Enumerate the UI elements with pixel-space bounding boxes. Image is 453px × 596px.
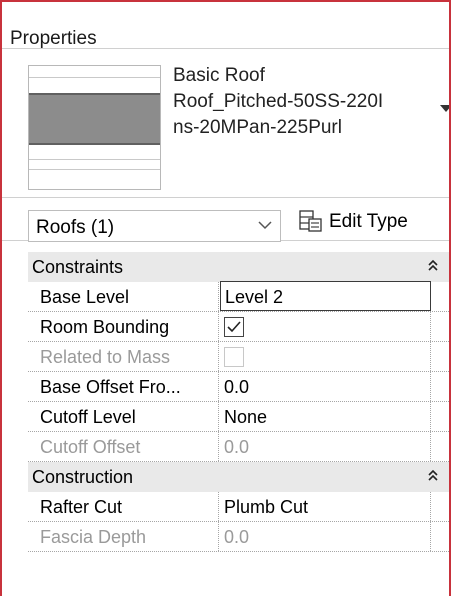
type-name: Basic Roof Roof_Pitched-50SS-220I ns-20M… <box>173 63 383 141</box>
property-row-base-level[interactable]: Base Level Level 2 <box>28 281 449 312</box>
type-family: Basic Roof <box>173 65 265 86</box>
preview-line <box>29 159 160 160</box>
preview-roof-band <box>29 93 160 145</box>
preview-line <box>29 169 160 170</box>
palette-title: Properties <box>10 28 97 49</box>
property-value[interactable]: Plumb Cut <box>220 492 431 521</box>
properties-palette: Properties Basic Roof Roof_Pitched-50SS-… <box>0 0 451 596</box>
property-value <box>220 342 431 371</box>
property-row-cutoff-offset: Cutoff Offset 0.0 <box>28 432 449 462</box>
property-name: Base Level <box>28 282 219 311</box>
property-row-base-offset[interactable]: Base Offset Fro... 0.0 <box>28 372 449 402</box>
property-value[interactable]: None <box>220 402 431 431</box>
property-row-related-to-mass: Related to Mass <box>28 342 449 372</box>
category-filter-value: Roofs (1) <box>36 217 115 238</box>
group-label: Construction <box>32 467 134 487</box>
property-name: Cutoff Level <box>28 402 219 431</box>
property-value[interactable]: 0.0 <box>220 372 431 401</box>
preview-line <box>29 77 160 78</box>
room-bounding-checkbox[interactable] <box>224 317 244 337</box>
property-row-room-bounding[interactable]: Room Bounding <box>28 312 449 342</box>
property-row-cutoff-level[interactable]: Cutoff Level None <box>28 402 449 432</box>
property-row-rafter-cut[interactable]: Rafter Cut Plumb Cut <box>28 492 449 522</box>
triangle-down-icon[interactable] <box>439 101 451 115</box>
category-filter-select[interactable]: Roofs (1) <box>28 210 281 242</box>
edit-type-button[interactable]: Edit Type <box>293 204 449 238</box>
properties-grid: Constraints Base Level Level 2 Room Boun… <box>28 252 449 552</box>
property-name: Cutoff Offset <box>28 432 219 461</box>
property-row-fascia-depth: Fascia Depth 0.0 <box>28 522 449 552</box>
double-chevron-up-icon[interactable] <box>426 468 440 482</box>
group-header-construction[interactable]: Construction <box>28 462 449 492</box>
type-selector[interactable]: Basic Roof Roof_Pitched-50SS-220I ns-20M… <box>2 49 449 197</box>
property-value: 0.0 <box>220 522 431 551</box>
checkmark-icon <box>227 321 241 333</box>
group-label: Constraints <box>32 257 124 277</box>
property-value <box>220 312 431 341</box>
related-to-mass-checkbox <box>224 347 244 367</box>
chevron-down-icon <box>258 221 272 230</box>
property-value: 0.0 <box>220 432 431 461</box>
type-preview-image <box>28 65 161 190</box>
base-level-input[interactable]: Level 2 <box>220 281 431 311</box>
group-header-constraints[interactable]: Constraints <box>28 252 449 282</box>
property-name: Related to Mass <box>28 342 219 371</box>
property-name: Rafter Cut <box>28 492 219 521</box>
property-name: Fascia Depth <box>28 522 219 551</box>
property-name: Base Offset Fro... <box>28 372 219 401</box>
double-chevron-up-icon[interactable] <box>426 258 440 272</box>
edit-type-icon <box>299 210 322 232</box>
type-name-line2: ns-20MPan-225Purl <box>173 117 342 138</box>
type-name-line1: Roof_Pitched-50SS-220I <box>173 91 384 112</box>
edit-type-label: Edit Type <box>329 211 408 232</box>
property-name: Room Bounding <box>28 312 219 341</box>
